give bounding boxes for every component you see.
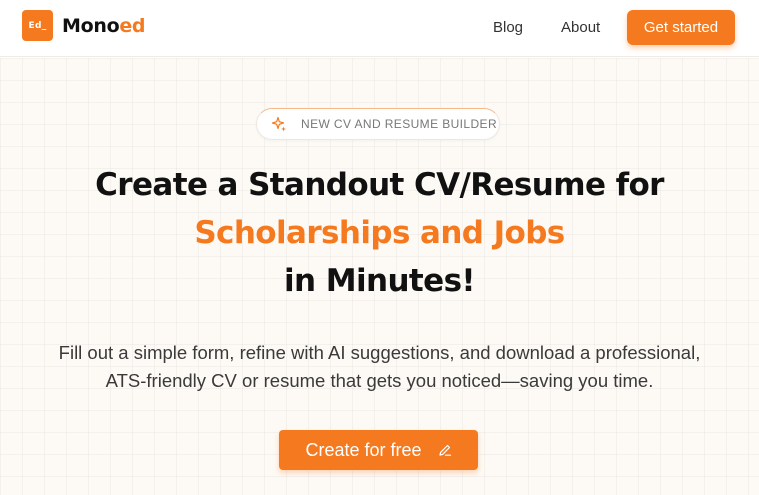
headline-line-1: Create a Standout CV/Resume for — [95, 167, 664, 203]
nav-link-blog[interactable]: Blog — [493, 19, 523, 36]
brand-name-main: Mono — [62, 14, 120, 37]
brand-name-accent: ed — [119, 14, 146, 37]
create-for-free-button[interactable]: Create for free — [279, 430, 478, 470]
brand-name: Monoed — [62, 14, 146, 37]
subtext-line-2: ATS-friendly CV or resume that gets you … — [105, 370, 654, 391]
pencil-icon — [438, 443, 452, 457]
nav-link-about[interactable]: About — [561, 19, 600, 36]
subtext-line-1: Fill out a simple form, refine with AI s… — [58, 342, 701, 363]
badge-text: NEW CV AND RESUME BUILDER — [301, 117, 498, 131]
sparkle-icon — [271, 116, 287, 132]
hero-badge: NEW CV AND RESUME BUILDER — [256, 108, 500, 140]
get-started-button[interactable]: Get started — [627, 10, 735, 45]
logo-mark: Ed_ — [22, 10, 53, 41]
hero-section: NEW CV AND RESUME BUILDER Create a Stand… — [0, 58, 759, 495]
headline-line-3: in Minutes! — [284, 263, 476, 299]
brand-logo[interactable]: Ed_ Monoed — [22, 10, 146, 41]
headline-line-2: Scholarships and Jobs — [194, 215, 565, 251]
navbar: Ed_ Monoed Blog About Get started — [0, 0, 759, 57]
create-for-free-label: Create for free — [305, 439, 422, 460]
